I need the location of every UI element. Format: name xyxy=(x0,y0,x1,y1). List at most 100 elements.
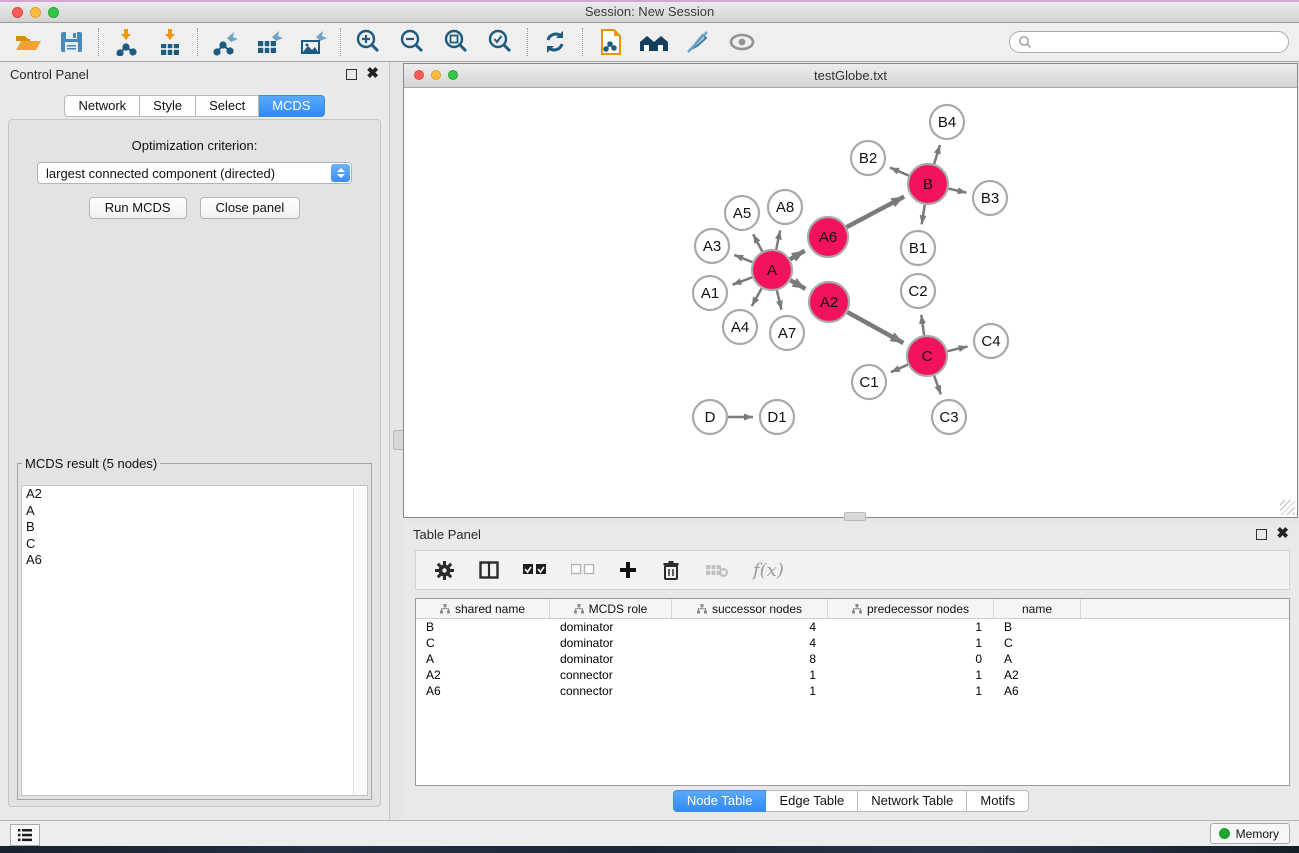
show-hide-button[interactable] xyxy=(726,27,758,57)
graph-node-C3[interactable]: C3 xyxy=(932,400,966,434)
graph-node-A3[interactable]: A3 xyxy=(695,229,729,263)
tab-network-table[interactable]: Network Table xyxy=(858,790,967,812)
tab-edge-table[interactable]: Edge Table xyxy=(766,790,858,812)
network-minimize-button[interactable] xyxy=(431,70,441,80)
close-panel-icon[interactable]: ✖ xyxy=(366,68,379,80)
result-list-item[interactable]: A xyxy=(22,503,367,520)
graph-node-A1[interactable]: A1 xyxy=(693,276,727,310)
export-image-button[interactable] xyxy=(297,27,329,57)
style-toggle-button[interactable] xyxy=(682,27,714,57)
graph-node-A2[interactable]: A2 xyxy=(809,282,849,322)
table-row[interactable]: Cdominator41C xyxy=(416,635,1289,651)
open-file-button[interactable] xyxy=(11,27,43,57)
close-window-button[interactable] xyxy=(12,7,23,18)
zoom-window-button[interactable] xyxy=(48,7,59,18)
table-row[interactable]: Adominator80A xyxy=(416,651,1289,667)
graph-edge-A-A8[interactable] xyxy=(776,231,780,250)
horizontal-splitter-grip[interactable] xyxy=(844,512,866,521)
delete-column-button[interactable] xyxy=(661,560,681,581)
graph-edge-B-B3[interactable] xyxy=(948,189,966,193)
column-header-name[interactable]: name xyxy=(994,599,1081,618)
graph-edge-C-C3[interactable] xyxy=(934,376,941,395)
graph-node-B1[interactable]: B1 xyxy=(901,231,935,265)
close-panel-button[interactable]: Close panel xyxy=(200,197,301,219)
graph-node-A8[interactable]: A8 xyxy=(768,190,802,224)
network-close-button[interactable] xyxy=(414,70,424,80)
column-header-shared-name[interactable]: shared name xyxy=(416,599,550,618)
graph-node-A6[interactable]: A6 xyxy=(808,217,848,257)
graph-edge-A-A7[interactable] xyxy=(777,290,782,309)
graph-node-C4[interactable]: C4 xyxy=(974,324,1008,358)
network-zoom-button[interactable] xyxy=(448,70,458,80)
search-input[interactable] xyxy=(1032,34,1280,50)
result-scrollbar[interactable] xyxy=(353,488,367,795)
graph-edge-C-C4[interactable] xyxy=(947,346,967,351)
float-panel-icon[interactable] xyxy=(346,69,357,80)
import-table-button[interactable] xyxy=(154,27,186,57)
memory-button[interactable]: Memory xyxy=(1210,823,1290,844)
graph-edge-A-A3[interactable] xyxy=(734,255,752,262)
home-views-button[interactable] xyxy=(638,27,670,57)
graph-node-A5[interactable]: A5 xyxy=(725,196,759,230)
graph-edge-C-C2[interactable] xyxy=(921,315,924,335)
result-list-item[interactable]: A6 xyxy=(22,552,367,569)
deselect-all-button[interactable] xyxy=(571,564,595,576)
result-list-item[interactable]: B xyxy=(22,519,367,536)
task-history-button[interactable] xyxy=(10,824,40,846)
graph-node-A[interactable]: A xyxy=(752,250,792,290)
graph-node-B[interactable]: B xyxy=(908,164,948,204)
save-session-button[interactable] xyxy=(55,27,87,57)
graph-edge-B-B2[interactable] xyxy=(890,168,909,176)
graph-edge-A-A4[interactable] xyxy=(752,288,762,306)
graph-edge-B-B4[interactable] xyxy=(934,145,940,164)
graph-node-A7[interactable]: A7 xyxy=(770,316,804,350)
graph-node-C1[interactable]: C1 xyxy=(852,365,886,399)
graph-edge-A-A2[interactable] xyxy=(790,280,805,289)
result-list-item[interactable]: C xyxy=(22,536,367,553)
network-canvas[interactable]: A A1 A2 A3 A4 A5 A6 A7 A8 B B1 B2 B3 B4 C C1 C2 C3 C4 D D1 xyxy=(404,88,1297,517)
show-columns-button[interactable] xyxy=(479,561,499,579)
column-header-predecessor-nodes[interactable]: predecessor nodes xyxy=(828,599,994,618)
export-network-button[interactable] xyxy=(209,27,241,57)
graph-node-B4[interactable]: B4 xyxy=(930,105,964,139)
import-network-button[interactable] xyxy=(110,27,142,57)
graph-edge-A-A1[interactable] xyxy=(733,277,753,284)
close-table-panel-icon[interactable]: ✖ xyxy=(1276,528,1289,540)
refresh-button[interactable] xyxy=(539,27,571,57)
graph-edge-A2-C[interactable] xyxy=(847,312,903,343)
minimize-window-button[interactable] xyxy=(30,7,41,18)
column-header-mcds-role[interactable]: MCDS role xyxy=(550,599,672,618)
graph-edge-A6-B[interactable] xyxy=(847,197,905,228)
graph-edge-A-A5[interactable] xyxy=(753,234,762,251)
select-all-button[interactable] xyxy=(523,564,547,576)
run-mcds-button[interactable]: Run MCDS xyxy=(89,197,187,219)
graph-node-B2[interactable]: B2 xyxy=(851,141,885,175)
zoom-fit-button[interactable] xyxy=(440,27,472,57)
graph-node-B3[interactable]: B3 xyxy=(973,181,1007,215)
new-network-from-selection-button[interactable] xyxy=(594,27,626,57)
table-row[interactable]: A6connector11A6 xyxy=(416,683,1289,699)
graph-edge-A-A6[interactable] xyxy=(790,251,805,260)
search-field[interactable] xyxy=(1009,31,1289,53)
tab-node-table[interactable]: Node Table xyxy=(673,790,767,812)
window-resize-grip[interactable] xyxy=(1280,500,1295,515)
column-header-successor-nodes[interactable]: successor nodes xyxy=(672,599,828,618)
table-row[interactable]: A2connector11A2 xyxy=(416,667,1289,683)
create-column-button[interactable] xyxy=(619,561,637,579)
tab-mcds[interactable]: MCDS xyxy=(259,95,324,117)
tab-style[interactable]: Style xyxy=(140,95,196,117)
export-table-button[interactable] xyxy=(253,27,285,57)
result-list-item[interactable]: A2 xyxy=(22,486,367,503)
tab-select[interactable]: Select xyxy=(196,95,259,117)
float-table-panel-icon[interactable] xyxy=(1256,529,1267,540)
graph-node-D1[interactable]: D1 xyxy=(760,400,794,434)
tab-motifs[interactable]: Motifs xyxy=(967,790,1029,812)
graph-edge-C-C1[interactable] xyxy=(891,365,908,373)
graph-node-C2[interactable]: C2 xyxy=(901,274,935,308)
table-settings-button[interactable] xyxy=(434,560,455,581)
graph-edge-B-B1[interactable] xyxy=(922,205,925,225)
graph-node-A4[interactable]: A4 xyxy=(723,310,757,344)
graph-node-D[interactable]: D xyxy=(693,400,727,434)
graph-node-C[interactable]: C xyxy=(907,336,947,376)
zoom-out-button[interactable] xyxy=(396,27,428,57)
